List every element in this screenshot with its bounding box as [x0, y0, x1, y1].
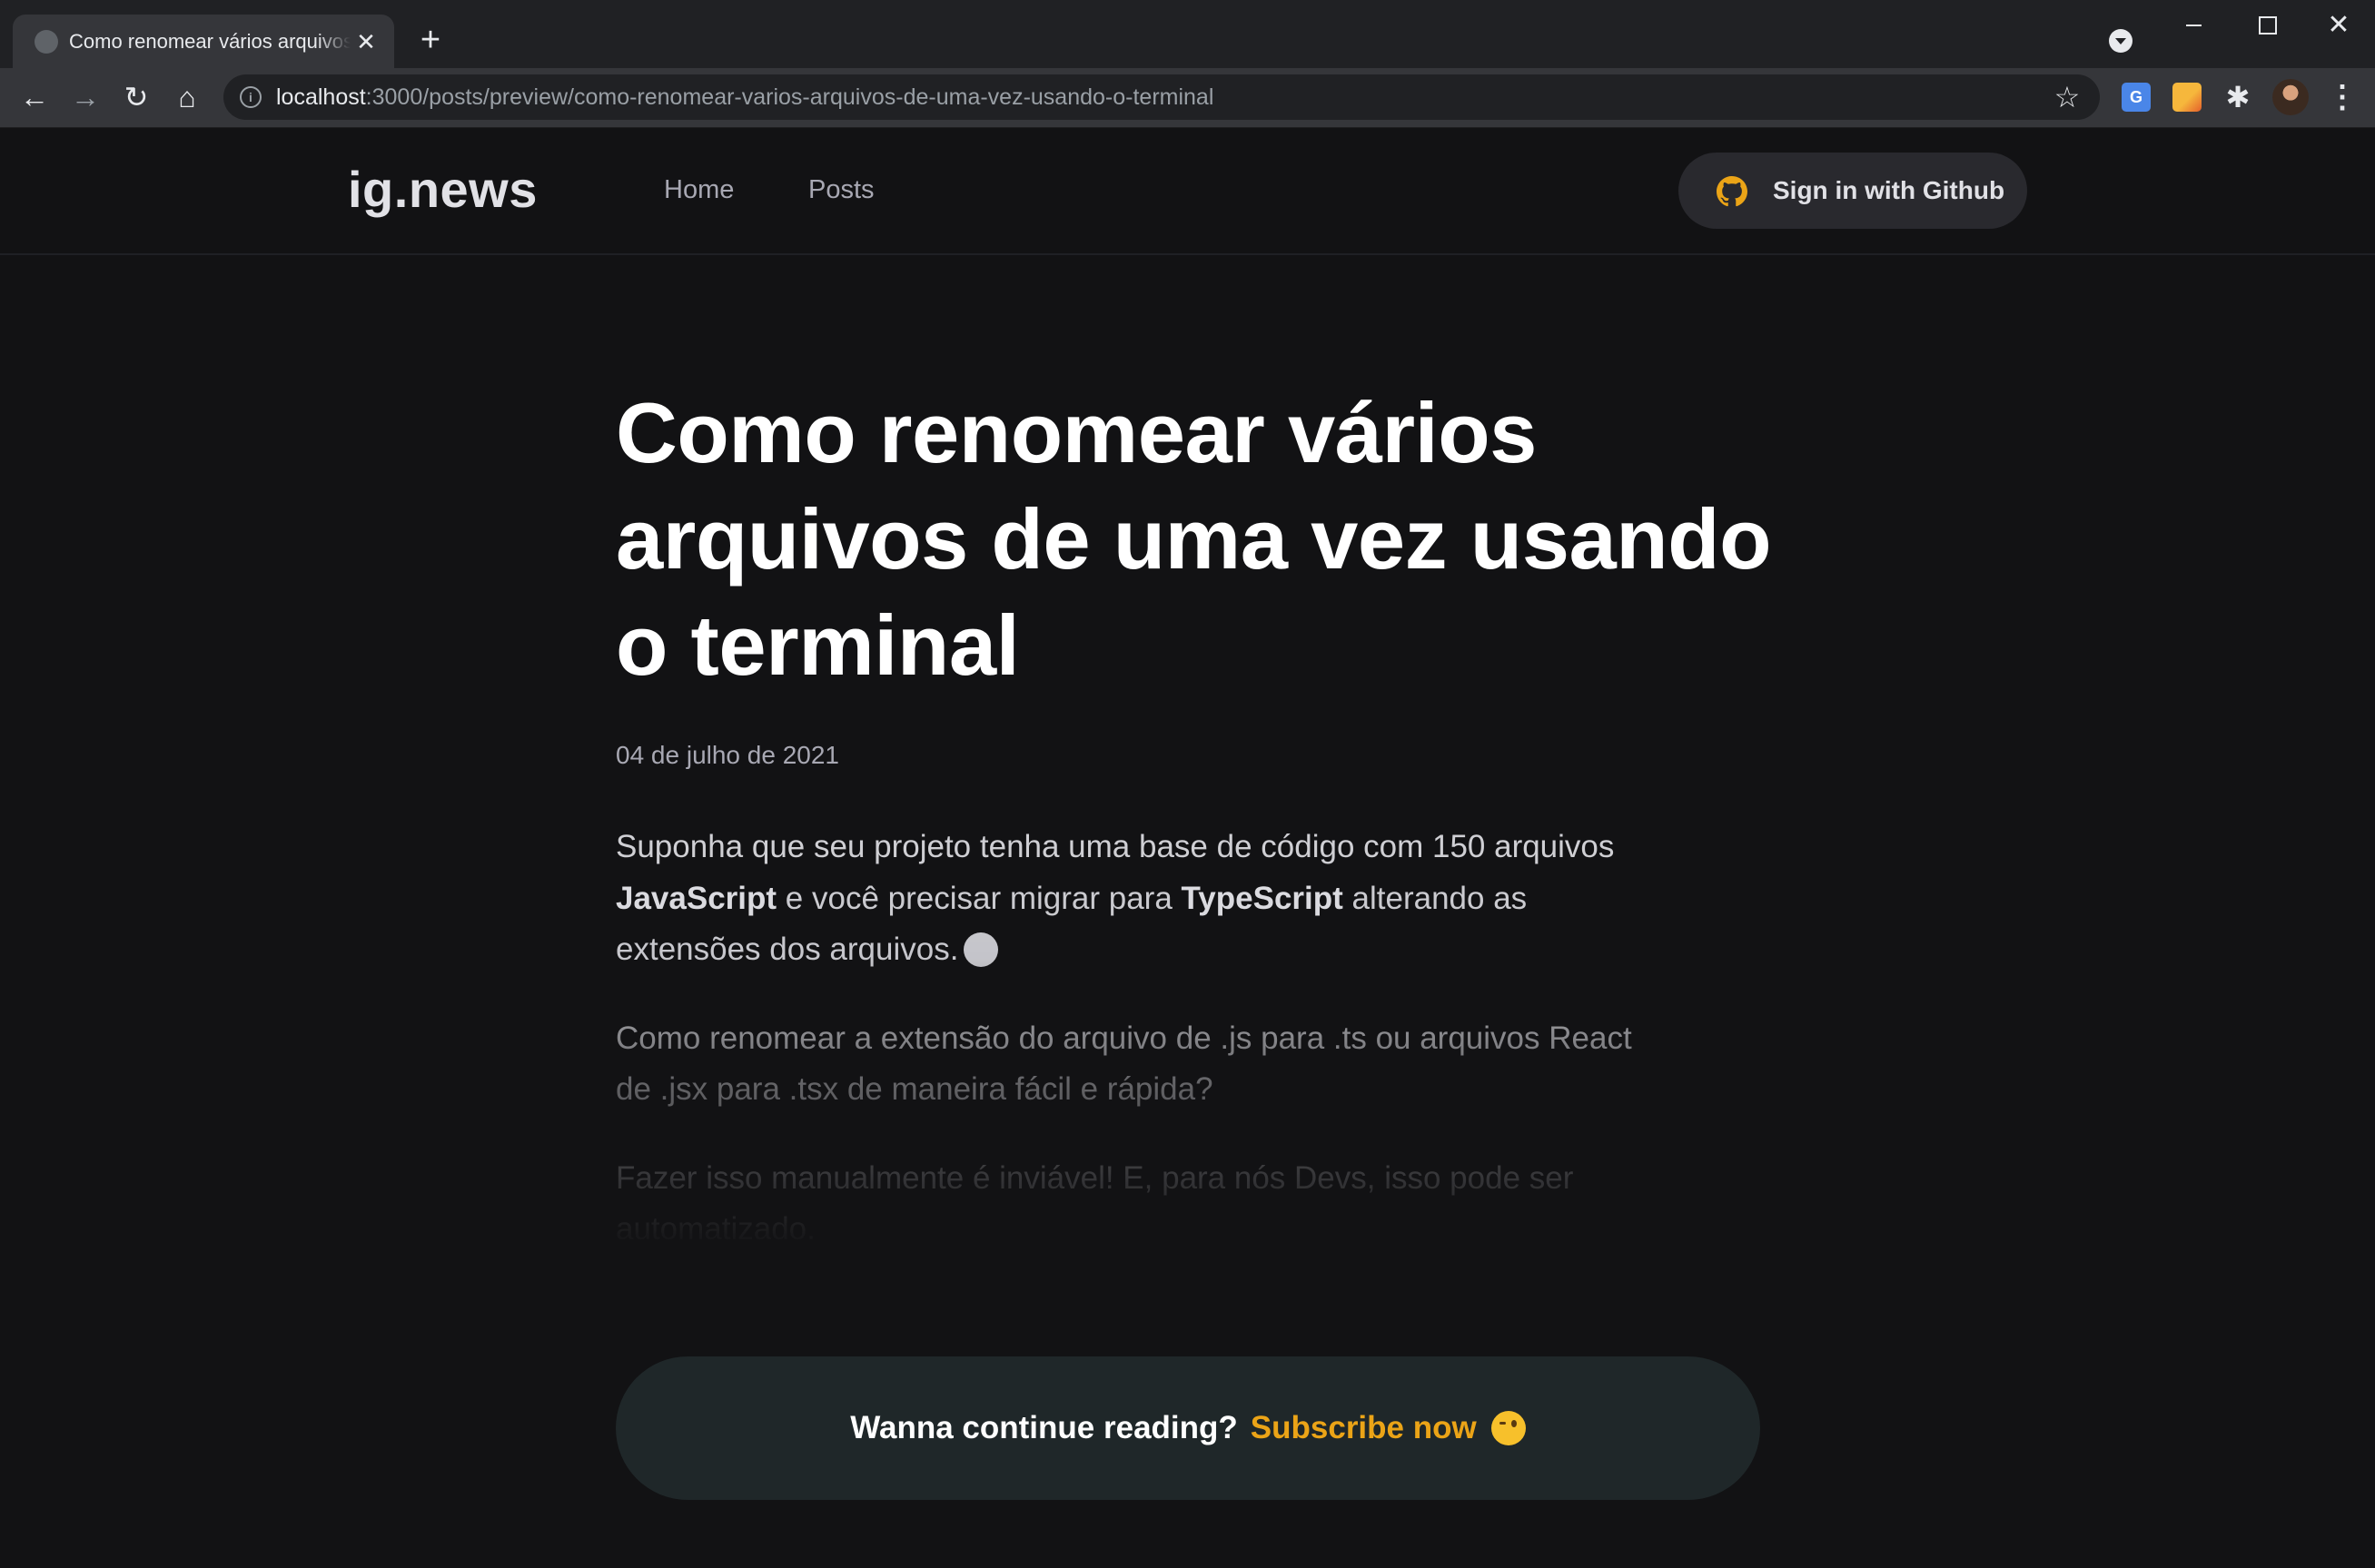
- minimize-button[interactable]: [2166, 7, 2221, 44]
- browser-menu-icon[interactable]: ⋮: [2327, 79, 2358, 115]
- extensions-puzzle-icon[interactable]: ✱: [2223, 83, 2252, 112]
- browser-tab[interactable]: Como renomear vários arquivos de uma vez…: [13, 15, 394, 68]
- profile-avatar[interactable]: [2272, 79, 2309, 115]
- sign-in-label: Sign in with Github: [1773, 176, 2005, 204]
- post-preview-content: Suponha que seu projeto tenha uma base d…: [616, 822, 1669, 1248]
- paragraph-question: Como renomear a extensão do arquivo de .…: [616, 1020, 1632, 1108]
- globe-icon: [35, 30, 58, 54]
- site-logo[interactable]: ig.news: [348, 157, 538, 222]
- continue-reading-banner: Wanna continue reading? Subscribe now: [616, 1356, 1760, 1500]
- address-bar[interactable]: i localhost:3000/posts/preview/como-reno…: [223, 74, 2100, 120]
- post-date: 04 de julho de 2021: [616, 741, 839, 769]
- close-tab-icon[interactable]: ✕: [351, 26, 381, 57]
- info-icon[interactable]: i: [240, 86, 262, 108]
- translate-extension-icon[interactable]: G: [2122, 83, 2151, 112]
- tab-search-icon[interactable]: [2109, 29, 2133, 53]
- paragraph-intro: Suponha que seu projeto tenha uma base d…: [616, 822, 1669, 976]
- close-window-button[interactable]: ✕: [2311, 7, 2366, 44]
- subscribe-now-link[interactable]: Subscribe now: [1251, 1410, 1477, 1446]
- tab-title: Como renomear vários arquivos de uma vez…: [69, 30, 351, 53]
- forward-button[interactable]: →: [65, 77, 105, 117]
- url-text[interactable]: localhost:3000/posts/preview/como-renome…: [276, 74, 1213, 120]
- url-path: :3000/posts/preview/como-renomear-varios…: [365, 84, 1214, 110]
- continue-reading-row: Wanna continue reading? Subscribe now: [616, 1356, 1760, 1500]
- wink-emoji-icon: [1490, 1411, 1526, 1445]
- maximize-button[interactable]: [2239, 7, 2293, 44]
- bookmark-star-icon[interactable]: ☆: [2049, 78, 2085, 116]
- reload-button[interactable]: ↻: [116, 77, 156, 117]
- browser-tabstrip: Como renomear vários arquivos de uma vez…: [0, 0, 2375, 68]
- paragraph-text: Suponha que seu projeto tenha uma base d…: [616, 829, 1615, 864]
- continue-reading-text: Wanna continue reading?: [850, 1410, 1238, 1445]
- nav-home-link[interactable]: Home: [664, 164, 734, 215]
- bold-typescript: TypeScript: [1181, 880, 1343, 916]
- new-tab-button[interactable]: +: [412, 22, 449, 58]
- notes-extension-icon[interactable]: [2172, 83, 2202, 112]
- paragraph-automation: Fazer isso manualmente é inviável! E, pa…: [616, 1159, 1574, 1247]
- url-host: localhost: [276, 84, 366, 110]
- back-button[interactable]: ←: [15, 77, 54, 117]
- github-icon: [1717, 176, 1747, 207]
- nav-posts-link[interactable]: Posts: [808, 164, 875, 215]
- browser-toolbar: ← → ↻ ⌂ i localhost:3000/posts/preview/c…: [0, 68, 2375, 128]
- post-title: Como renomear vários arquivos de uma vez…: [616, 385, 1772, 693]
- emoji-icon: [964, 932, 999, 967]
- site-header: ig.news Home Posts Sign in with Github: [0, 128, 2375, 255]
- bold-javascript: JavaScript: [616, 880, 777, 916]
- sign-in-github-button[interactable]: Sign in with Github: [1678, 153, 2027, 229]
- paragraph-text: e você precisar migrar para: [777, 880, 1182, 916]
- home-button[interactable]: ⌂: [167, 77, 207, 117]
